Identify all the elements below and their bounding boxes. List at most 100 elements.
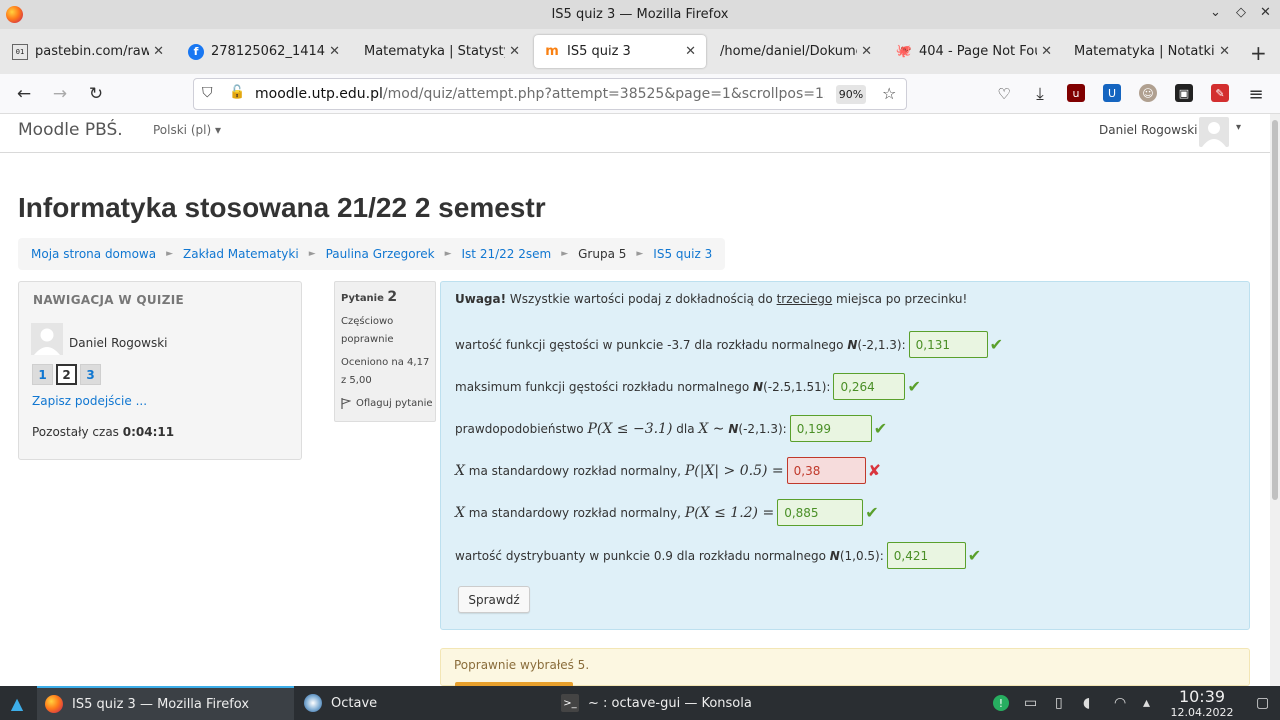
answer-field-5[interactable]: 0,885 bbox=[777, 499, 864, 526]
question-number-value: 2 bbox=[387, 289, 398, 305]
quiz-page-button-2[interactable]: 2 bbox=[56, 364, 77, 385]
url-text[interactable]: moodle.utp.edu.pl/mod/quiz/attempt.php?a… bbox=[255, 86, 825, 102]
row-params: (-2,1.3): bbox=[857, 337, 906, 352]
breadcrumb-quiz[interactable]: IS5 quiz 3 bbox=[653, 247, 712, 261]
tab-pastebin[interactable]: 01 pastebin.com/raw/i ✕ bbox=[2, 35, 174, 68]
avatar[interactable] bbox=[1199, 117, 1229, 147]
close-tab-icon[interactable]: ✕ bbox=[153, 44, 164, 59]
task-octave[interactable]: Octave bbox=[296, 686, 551, 720]
tab-local-file[interactable]: /home/daniel/Dokume ✕ bbox=[710, 35, 882, 68]
answer-field-3[interactable]: 0,199 bbox=[789, 415, 872, 442]
math-expression: P(X ≤ 1.2) = bbox=[684, 504, 775, 521]
tab-label: Matematyka | Statysty bbox=[364, 44, 506, 59]
tab-matematyka-statystyka[interactable]: Matematyka | Statysty ✕ bbox=[354, 35, 530, 68]
new-tab-icon[interactable]: + bbox=[1250, 41, 1267, 65]
question-info: Pytanie 2 Częściowo poprawnie Oceniono n… bbox=[334, 281, 436, 422]
terminal-icon: >_ bbox=[561, 694, 579, 712]
update-notifier-icon[interactable]: ! bbox=[993, 695, 1009, 711]
correct-check-icon: ✔ bbox=[873, 419, 888, 438]
close-tab-icon[interactable]: ✕ bbox=[329, 44, 340, 59]
reload-icon[interactable]: ↻ bbox=[84, 82, 108, 106]
breadcrumb-course[interactable]: Ist 21/22 2sem bbox=[462, 247, 552, 261]
insecure-lock-icon[interactable]: 🔓 bbox=[229, 85, 245, 100]
tab-label: pastebin.com/raw/i bbox=[35, 44, 150, 59]
breadcrumb-separator-icon: ► bbox=[308, 249, 316, 259]
question-row-1: wartość funkcji gęstości w punkcie -3.7 … bbox=[455, 331, 1003, 358]
wifi-icon[interactable]: ◠ bbox=[1114, 695, 1126, 711]
question-row-5: X ma standardowy rozkład normalny, P(X ≤… bbox=[455, 499, 879, 526]
breadcrumb-teacher[interactable]: Paulina Grzegorek bbox=[326, 247, 435, 261]
bookmark-star-icon[interactable]: ☆ bbox=[882, 84, 896, 103]
clock[interactable]: 10:39 12.04.2022 bbox=[1168, 687, 1236, 719]
tab-404[interactable]: 🐙 404 - Page Not Fou ✕ bbox=[886, 35, 1062, 68]
row-text: wartość dystrybuanty w punkcie 0.9 dla r… bbox=[455, 548, 826, 563]
pocket-icon[interactable]: ♡ bbox=[992, 82, 1016, 106]
ublock-icon[interactable]: u bbox=[1067, 84, 1085, 102]
window-titlebar: IS5 quiz 3 — Mozilla Firefox ⌄ ◇ ✕ bbox=[0, 0, 1280, 29]
page-title: Informatyka stosowana 21/22 2 semestr bbox=[18, 192, 546, 223]
show-desktop-icon[interactable]: ▢ bbox=[1256, 695, 1269, 711]
check-button[interactable]: Sprawdź bbox=[458, 586, 530, 613]
volume-icon[interactable]: ◖ bbox=[1083, 695, 1090, 711]
breadcrumb-home[interactable]: Moja strona domowa bbox=[31, 247, 156, 261]
tray-expand-icon[interactable]: ▴ bbox=[1143, 695, 1150, 711]
user-name[interactable]: Daniel Rogowski bbox=[1099, 123, 1198, 137]
minimize-icon[interactable]: ⌄ bbox=[1210, 5, 1221, 20]
tab-is5-quiz[interactable]: m IS5 quiz 3 ✕ bbox=[534, 35, 706, 68]
task-firefox[interactable]: IS5 quiz 3 — Mozilla Firefox bbox=[37, 686, 294, 720]
tab-matematyka-notatki[interactable]: Matematyka | Notatki ✕ bbox=[1064, 35, 1240, 68]
feedback-text: Poprawnie wybrałeś 5. bbox=[454, 658, 590, 672]
warning-text-end: miejsca po przecinku! bbox=[836, 292, 968, 306]
close-tab-icon[interactable]: ✕ bbox=[685, 44, 696, 59]
task-label: IS5 quiz 3 — Mozilla Firefox bbox=[72, 696, 250, 712]
tab-facebook[interactable]: f 278125062_141461 ✕ bbox=[178, 35, 350, 68]
extension-face-icon[interactable]: ☺ bbox=[1139, 84, 1157, 102]
row-params: (-2.5,1.51): bbox=[763, 379, 831, 394]
maximize-icon[interactable]: ◇ bbox=[1236, 5, 1246, 20]
task-konsole[interactable]: >_ ~ : octave-gui — Konsola bbox=[553, 686, 810, 720]
user-picture bbox=[31, 323, 63, 355]
question-label: Pytanie bbox=[341, 293, 384, 304]
page-scrollbar[interactable] bbox=[1270, 114, 1280, 686]
quiz-navigation-block: NAWIGACJA W QUIZIE Daniel Rogowski 1 2 3… bbox=[18, 281, 302, 460]
files-icon[interactable]: ▭ bbox=[1024, 695, 1037, 711]
answer-field-2[interactable]: 0,264 bbox=[833, 373, 906, 400]
breadcrumb-department[interactable]: Zakład Matematyki bbox=[183, 247, 299, 261]
forward-icon[interactable]: → bbox=[48, 82, 72, 106]
quiz-page-button-1[interactable]: 1 bbox=[32, 364, 53, 385]
extension-mask-icon[interactable]: ▣ bbox=[1175, 84, 1193, 102]
close-tab-icon[interactable]: ✕ bbox=[1041, 44, 1052, 59]
application-launcher-icon[interactable]: ▲ bbox=[7, 693, 27, 713]
task-label: Octave bbox=[331, 695, 378, 711]
menu-icon[interactable]: ≡ bbox=[1244, 82, 1268, 106]
answer-field-6[interactable]: 0,421 bbox=[886, 542, 966, 569]
flag-question-link[interactable]: Oflaguj pytanie bbox=[341, 398, 433, 409]
close-window-icon[interactable]: ✕ bbox=[1260, 5, 1271, 20]
clipboard-icon[interactable]: ▯ bbox=[1055, 695, 1063, 711]
shield-icon[interactable]: ⛉ bbox=[202, 85, 213, 101]
facebook-icon: f bbox=[188, 43, 204, 60]
close-tab-icon[interactable]: ✕ bbox=[861, 44, 872, 59]
close-tab-icon[interactable]: ✕ bbox=[509, 44, 520, 59]
language-menu[interactable]: Polski (pl) ▾ bbox=[153, 123, 221, 137]
question-content: Uwaga! Wszystkie wartości podaj z dokład… bbox=[440, 281, 1250, 630]
correct-check-icon: ✔ bbox=[907, 377, 921, 396]
user-menu-caret-icon[interactable]: ▾ bbox=[1236, 122, 1241, 133]
scrollbar-thumb[interactable] bbox=[1272, 120, 1278, 500]
tab-label: /home/daniel/Dokume bbox=[720, 44, 858, 59]
finish-attempt-link[interactable]: Zapisz podejście ... bbox=[32, 394, 147, 408]
time-label: Pozostały czas bbox=[32, 425, 119, 439]
warning-text: Wszystkie wartości podaj z dokładnością … bbox=[509, 292, 773, 306]
back-icon[interactable]: ← bbox=[12, 82, 36, 106]
zoom-level[interactable]: 90% bbox=[836, 85, 866, 104]
answer-field-1[interactable]: 0,131 bbox=[908, 331, 988, 358]
downloads-icon[interactable]: ⤓ bbox=[1028, 82, 1052, 106]
url-bar[interactable]: ⛉ 🔓 moodle.utp.edu.pl/mod/quiz/attempt.p… bbox=[193, 78, 907, 110]
site-brand[interactable]: Moodle PBŚ. bbox=[18, 120, 123, 140]
quiz-page-button-3[interactable]: 3 bbox=[80, 364, 101, 385]
close-tab-icon[interactable]: ✕ bbox=[1219, 44, 1230, 59]
answer-field-4[interactable]: 0,38 bbox=[786, 457, 866, 484]
extension-badge-icon[interactable]: U bbox=[1103, 84, 1121, 102]
distribution-symbol: N bbox=[753, 379, 764, 394]
extension-pen-icon[interactable]: ✎ bbox=[1211, 84, 1229, 102]
